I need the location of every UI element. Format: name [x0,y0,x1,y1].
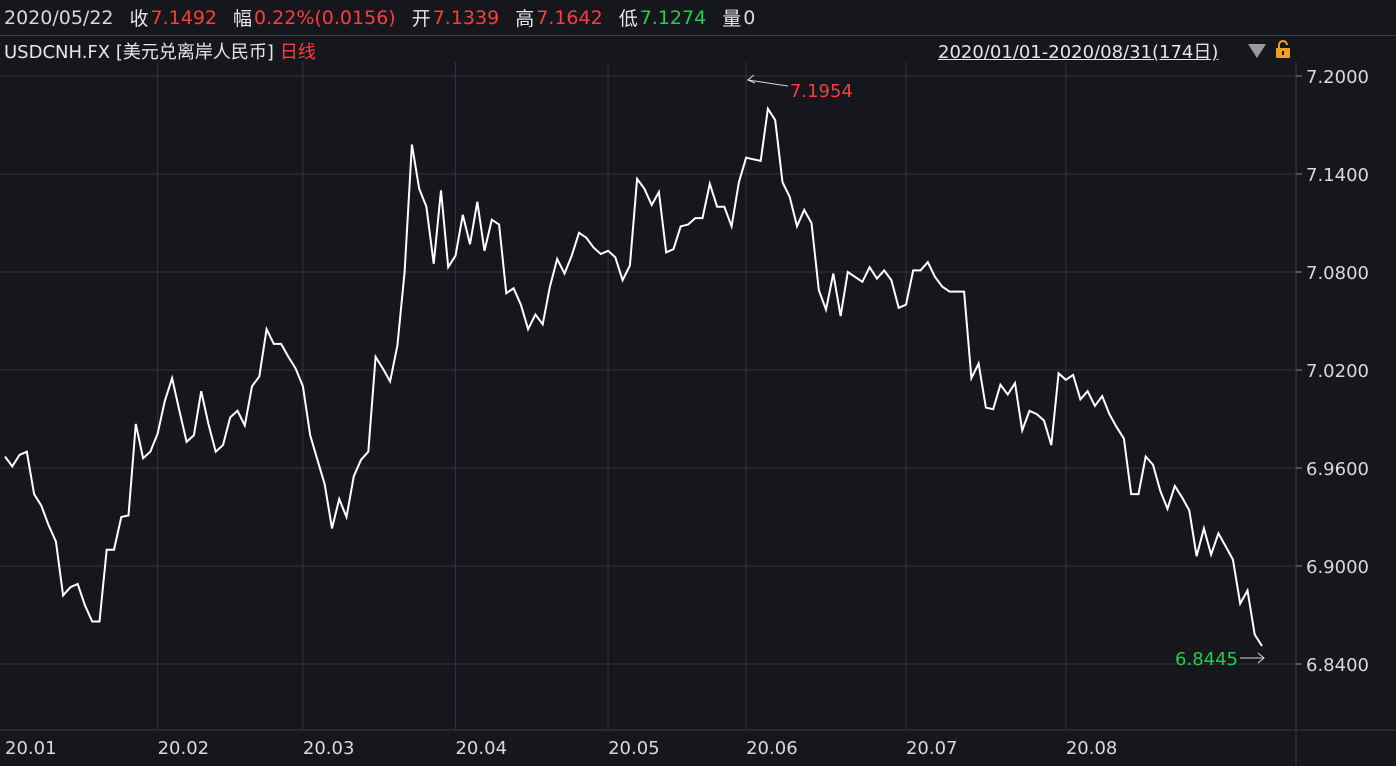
price-line [4,105,1263,647]
y-tick-label: 6.9000 [1306,557,1369,578]
price-chart[interactable]: 7.2000 7.1400 7.0800 7.0200 6.9600 6.9000 6.84… [0,0,1396,766]
y-tick-label: 7.2000 [1306,67,1369,88]
x-tick-label: 20.04 [455,738,507,759]
x-tick-label: 20.05 [608,738,660,759]
min-value-label: 6.8445 [1175,649,1238,670]
x-tick-label: 20.07 [906,738,958,759]
y-tick-label: 6.8400 [1306,655,1369,676]
y-tick-label: 7.0800 [1306,263,1369,284]
max-value-label: 7.1954 [790,81,853,102]
x-tick-label: 20.01 [5,738,57,759]
x-tick-label: 20.03 [303,738,355,759]
y-tick-label: 7.0200 [1306,361,1369,382]
x-tick-label: 20.02 [158,738,210,759]
y-tick-label: 7.1400 [1306,165,1369,186]
x-tick-label: 20.06 [746,738,798,759]
y-tick-label: 6.9600 [1306,459,1369,480]
x-tick-label: 20.08 [1066,738,1118,759]
